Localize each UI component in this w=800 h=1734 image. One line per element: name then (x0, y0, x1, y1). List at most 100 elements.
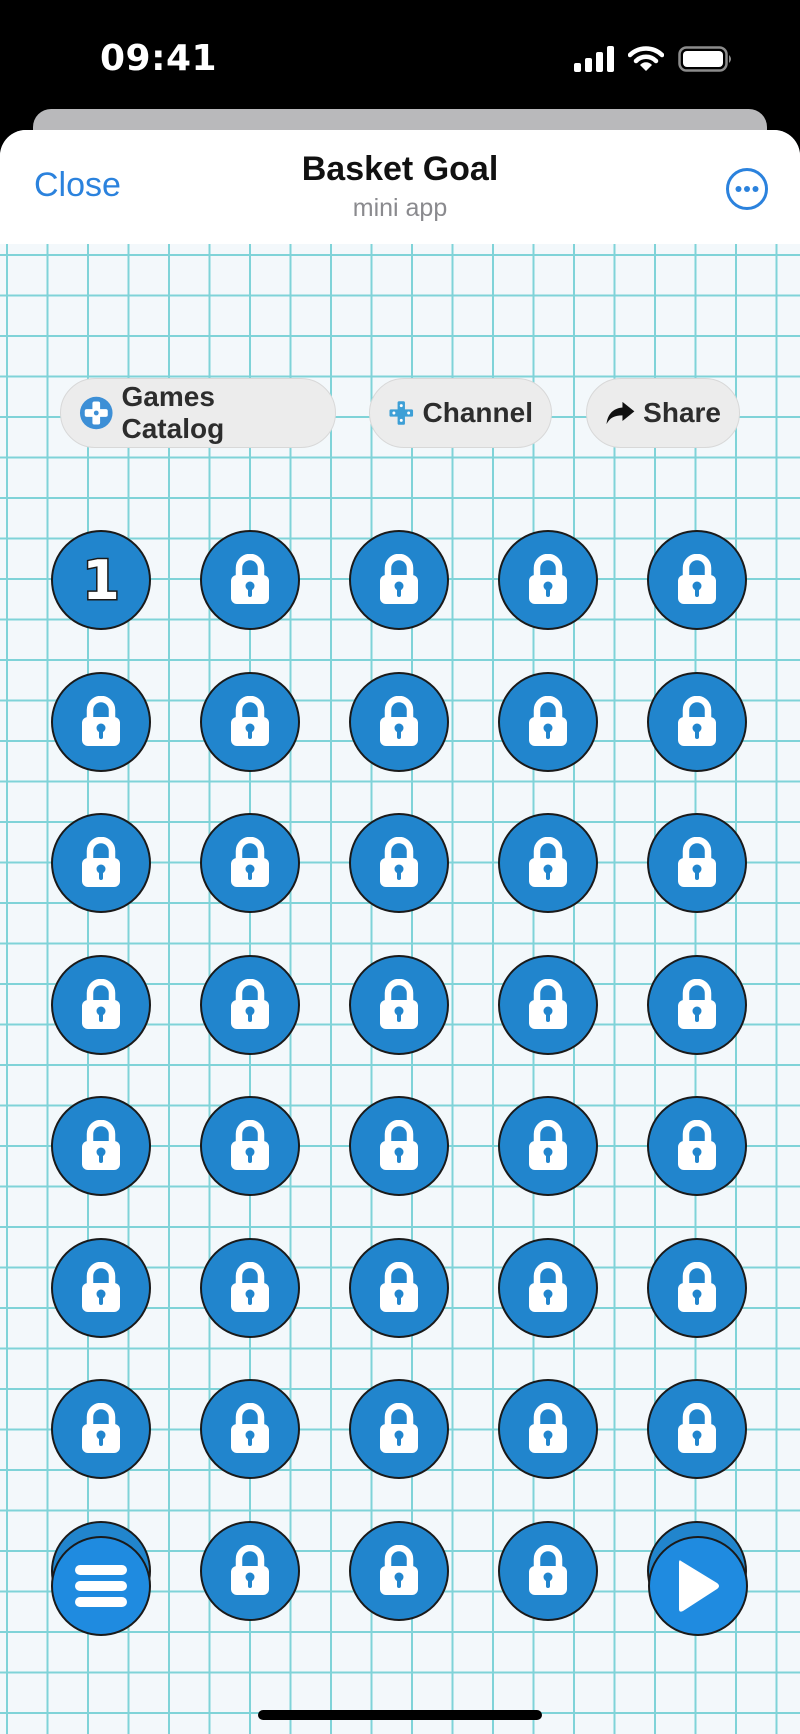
level-button-locked[interactable] (647, 530, 747, 630)
games-catalog-label: Games Catalog (121, 381, 225, 444)
share-icon (606, 401, 635, 425)
lock-icon (529, 978, 567, 1029)
lock-icon (529, 695, 567, 746)
wifi-icon (628, 46, 664, 71)
share-label: Share (643, 397, 721, 428)
status-time: 09:41 (100, 38, 218, 79)
lock-icon (231, 1261, 269, 1312)
lock-icon (82, 1120, 120, 1170)
level-button-locked[interactable] (349, 954, 449, 1055)
level-button-locked[interactable] (498, 1379, 598, 1479)
menu-button[interactable] (51, 1536, 151, 1636)
level-button-locked[interactable] (51, 954, 151, 1055)
lock-icon (529, 1261, 567, 1312)
lock-icon (678, 837, 716, 887)
level-button-locked[interactable] (200, 954, 300, 1055)
level-button-locked[interactable] (349, 1379, 449, 1479)
cellular-signal-icon (574, 46, 614, 72)
level-button-locked[interactable] (498, 530, 598, 630)
level-button-locked[interactable] (498, 1520, 598, 1621)
lock-icon (678, 1261, 716, 1312)
lock-icon (529, 1544, 567, 1595)
lock-icon (380, 1544, 418, 1595)
level-button-locked[interactable] (498, 954, 598, 1055)
lock-icon (678, 978, 716, 1029)
level-button-locked[interactable] (647, 954, 747, 1055)
level-button-locked[interactable] (51, 1237, 151, 1338)
menu-icon (75, 1565, 127, 1607)
level-button-unlocked[interactable]: 1 (51, 530, 151, 630)
share-button[interactable]: Share (586, 378, 740, 448)
lock-icon (380, 554, 418, 604)
lock-icon (529, 1403, 567, 1453)
lock-icon (231, 1544, 269, 1595)
channel-label: Channel (422, 397, 533, 428)
level-button-locked[interactable] (200, 530, 300, 630)
level-button-locked[interactable] (498, 813, 598, 913)
home-indicator (258, 1710, 542, 1720)
lock-icon (380, 1403, 418, 1453)
level-button-locked[interactable] (51, 671, 151, 772)
level-button-locked[interactable] (200, 1520, 300, 1621)
level-button-locked[interactable] (647, 671, 747, 772)
lock-icon (529, 1120, 567, 1170)
level-button-locked[interactable] (51, 1096, 151, 1196)
lock-icon (231, 978, 269, 1029)
level-button-locked[interactable] (349, 671, 449, 772)
lock-icon (82, 695, 120, 746)
channel-button[interactable]: Channel (369, 378, 552, 448)
lock-icon (231, 837, 269, 887)
level-number: 1 (81, 547, 122, 613)
lock-icon (82, 837, 120, 887)
more-icon[interactable] (725, 167, 769, 211)
lock-icon (231, 695, 269, 746)
app-subtitle: mini app (352, 194, 448, 222)
level-button-locked[interactable] (200, 1096, 300, 1196)
level-button-locked[interactable] (200, 813, 300, 913)
lock-icon (82, 1403, 120, 1453)
level-button-locked[interactable] (200, 671, 300, 772)
play-icon (679, 1560, 719, 1612)
channel-icon (389, 401, 414, 425)
level-button-locked[interactable] (498, 671, 598, 772)
status-bar: 09:41 (0, 0, 800, 115)
level-button-locked[interactable] (349, 1237, 449, 1338)
games-catalog-button[interactable]: Games Catalog (60, 378, 336, 448)
level-button-locked[interactable] (647, 1237, 747, 1338)
lock-icon (380, 837, 418, 887)
game-area: Games Catalog Channel Share 1 (0, 244, 800, 1734)
level-button-locked[interactable] (498, 1237, 598, 1338)
level-button-locked[interactable] (200, 1237, 300, 1338)
level-button-locked[interactable] (349, 1096, 449, 1196)
level-button-locked[interactable] (51, 1379, 151, 1479)
lock-icon (678, 1120, 716, 1170)
lock-icon (529, 554, 567, 604)
battery-icon (678, 46, 731, 72)
level-button-locked[interactable] (349, 813, 449, 913)
level-button-locked[interactable] (647, 1379, 747, 1479)
lock-icon (82, 978, 120, 1029)
lock-icon (231, 554, 269, 604)
level-button-locked[interactable] (647, 813, 747, 913)
lock-icon (380, 695, 418, 746)
level-button-locked[interactable] (647, 1096, 747, 1196)
level-button-locked[interactable] (349, 1520, 449, 1621)
lock-icon (82, 1261, 120, 1312)
level-button-locked[interactable] (349, 530, 449, 630)
lock-icon (678, 554, 716, 604)
lock-icon (678, 1403, 716, 1453)
level-button-locked[interactable] (51, 813, 151, 913)
status-icons (574, 46, 734, 72)
level-button-locked[interactable] (498, 1096, 598, 1196)
lock-icon (678, 695, 716, 746)
app-title: Basket Goal (301, 150, 499, 188)
lock-icon (231, 1120, 269, 1170)
lock-icon (529, 837, 567, 887)
mini-app-header: Close Basket Goal mini app (0, 130, 800, 244)
lock-icon (231, 1403, 269, 1453)
level-button-locked[interactable] (200, 1379, 300, 1479)
play-button[interactable] (648, 1536, 748, 1636)
lock-icon (380, 1261, 418, 1312)
lock-icon (380, 1120, 418, 1170)
mini-app-sheet: Close Basket Goal mini app Games Catalog (0, 130, 800, 1734)
